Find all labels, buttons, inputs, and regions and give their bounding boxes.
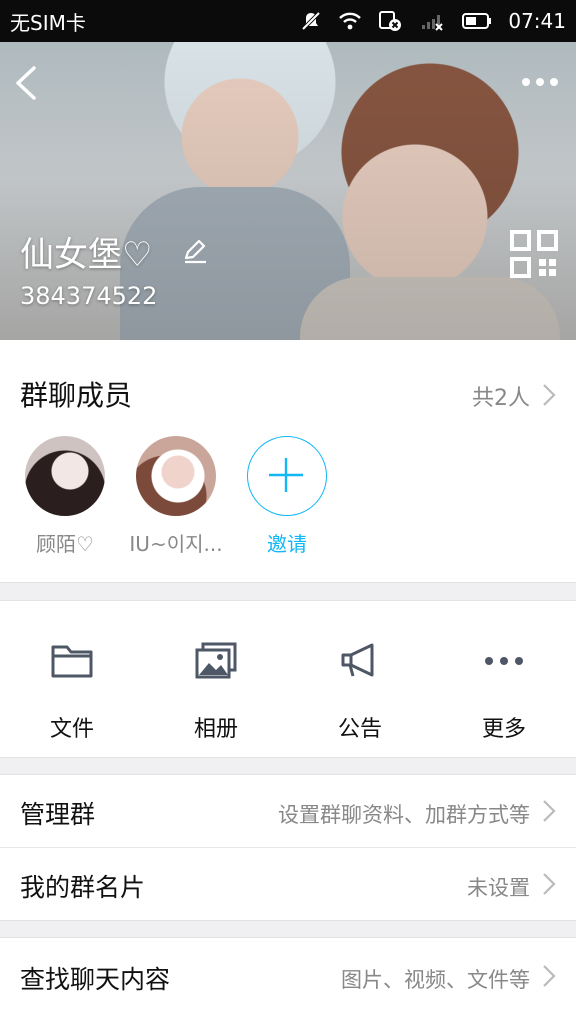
announcement-icon: [338, 641, 382, 681]
avatar: [136, 436, 216, 516]
clock-label: 07:41: [508, 9, 566, 33]
chevron-right-icon: [542, 872, 556, 896]
qr-code-icon[interactable]: [510, 230, 558, 278]
chevron-right-icon: [542, 799, 556, 823]
members-count[interactable]: 共2人: [472, 380, 530, 412]
carrier-label: 无SIM卡: [10, 10, 86, 35]
quick-action-announcement[interactable]: 公告: [288, 601, 432, 757]
more-dots-icon: [482, 641, 526, 681]
folder-icon: [50, 641, 94, 681]
mute-icon: [300, 10, 322, 32]
back-icon[interactable]: [8, 60, 48, 106]
row-title: 我的群名片: [20, 873, 146, 902]
member-item[interactable]: IU~이지...: [121, 436, 231, 557]
edit-icon[interactable]: [182, 238, 208, 264]
quick-action-files[interactable]: 文件: [0, 601, 144, 757]
group-id: 384374522: [20, 282, 158, 310]
quick-action-label: 公告: [337, 717, 382, 742]
sim-missing-icon: [378, 10, 404, 32]
my-group-card-row[interactable]: 我的群名片 未设置: [0, 848, 576, 920]
settings-list: 管理群 设置群聊资料、加群方式等 我的群名片 未设置: [0, 774, 576, 921]
quick-action-label: 相册: [193, 717, 238, 742]
member-name: 顾陌♡: [36, 532, 94, 556]
row-title: 管理群: [20, 800, 96, 829]
quick-action-more[interactable]: 更多: [432, 601, 576, 757]
search-chat-row[interactable]: 查找聊天内容 图片、视频、文件等: [0, 938, 576, 1010]
row-title: 查找聊天内容: [20, 965, 171, 994]
manage-group-row[interactable]: 管理群 设置群聊资料、加群方式等: [0, 775, 576, 848]
quick-action-label: 更多: [481, 717, 526, 742]
invite-button[interactable]: 邀请: [232, 436, 342, 557]
member-name: IU~이지...: [129, 532, 223, 556]
invite-label: 邀请: [267, 532, 307, 556]
battery-icon: [462, 12, 492, 30]
status-icons: 07:41: [300, 9, 566, 33]
quick-actions-bar: 文件 相册 公告 更多: [0, 600, 576, 758]
group-members-section: 群聊成员 共2人 顾陌♡ IU~이지... 邀请: [0, 340, 576, 583]
more-icon[interactable]: [520, 70, 560, 94]
quick-action-label: 文件: [49, 717, 94, 742]
group-name: 仙女堡♡: [20, 235, 153, 275]
row-value: 图片、视频、文件等: [341, 968, 530, 992]
member-item[interactable]: 顾陌♡: [10, 436, 120, 557]
plus-icon: [247, 436, 327, 516]
quick-action-album[interactable]: 相册: [144, 601, 288, 757]
row-value: 设置群聊资料、加群方式等: [278, 803, 530, 827]
row-value: 未设置: [467, 876, 530, 900]
chevron-right-icon: [542, 964, 556, 988]
search-list: 查找聊天内容 图片、视频、文件等: [0, 937, 576, 1025]
album-icon: [194, 641, 238, 681]
status-bar: 无SIM卡 07:41: [0, 0, 576, 42]
avatar: [25, 436, 105, 516]
chevron-right-icon: [542, 383, 556, 407]
group-cover-banner: 仙女堡♡ 384374522: [0, 42, 576, 340]
members-title: 群聊成员: [20, 379, 133, 412]
wifi-icon: [338, 11, 362, 31]
signal-icon: [420, 11, 446, 31]
